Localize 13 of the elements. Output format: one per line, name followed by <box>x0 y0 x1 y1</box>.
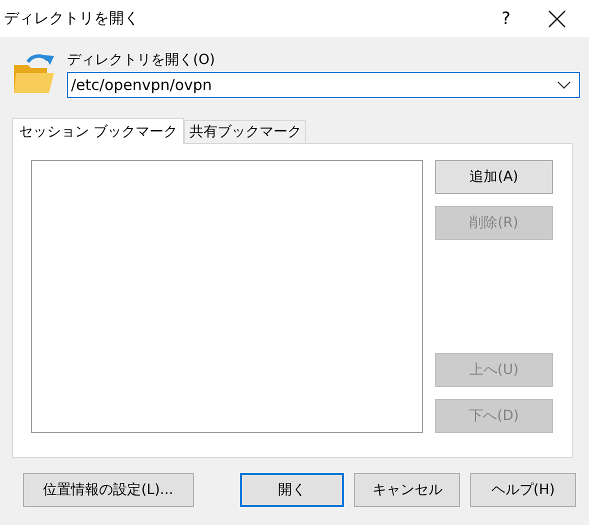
help-button[interactable]: ? <box>486 8 526 28</box>
window-title: ディレクトリを開く <box>4 9 140 28</box>
close-icon[interactable] <box>548 10 566 28</box>
tab[interactable]: 共有ブックマーク <box>184 120 306 143</box>
directory-combo-box[interactable]: /etc/openvpn/ovpn <box>67 72 580 98</box>
directory-label: ディレクトリを開く(O) <box>67 51 216 69</box>
dialog-button[interactable]: ヘルプ(H) <box>470 473 576 507</box>
chevron-down-icon[interactable] <box>557 81 571 89</box>
dialog-button[interactable]: 位置情報の設定(L)... <box>23 473 194 507</box>
side-button[interactable]: 追加(A) <box>435 160 553 194</box>
dialog-button[interactable]: 開く <box>240 473 344 507</box>
dialog-button[interactable]: キャンセル <box>354 473 460 507</box>
tab[interactable]: セッション ブックマーク <box>12 118 184 144</box>
